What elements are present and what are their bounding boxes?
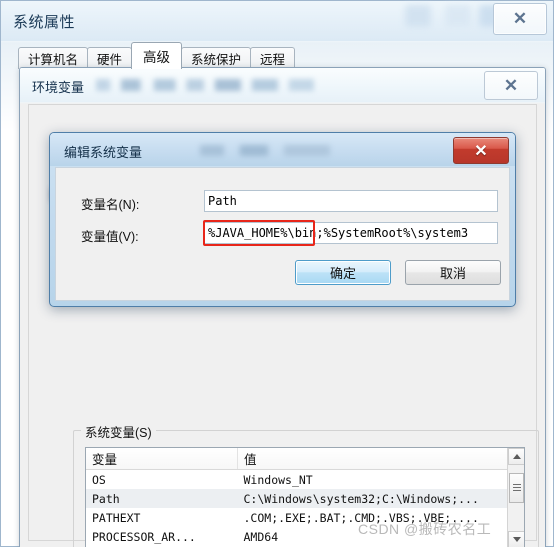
vertical-scrollbar[interactable] bbox=[507, 448, 524, 547]
cell-variable-value: .COM;.EXE;.BAT;.CMD;.VBS;.VBE;.... bbox=[243, 510, 479, 525]
scrollbar-thumb[interactable] bbox=[509, 473, 524, 503]
close-button[interactable]: ✕ bbox=[493, 3, 547, 35]
scroll-up-button[interactable] bbox=[508, 448, 524, 465]
tab-hardware[interactable]: 硬件 bbox=[87, 47, 133, 69]
edit-ok-button[interactable]: 确定 bbox=[295, 260, 391, 285]
close-icon: ✕ bbox=[512, 9, 528, 28]
system-variables-list[interactable]: 变量 值 OS Windows_NT Path C:\Windows\syste… bbox=[85, 447, 525, 547]
table-row[interactable]: Path C:\Windows\system32;C:\Windows;... bbox=[86, 489, 521, 508]
blurred-background-text bbox=[200, 145, 330, 156]
cell-variable-value: Windows_NT bbox=[243, 472, 313, 487]
tab-advanced[interactable]: 高级 bbox=[131, 42, 183, 69]
chevron-down-icon bbox=[512, 537, 521, 542]
edit-dialog-title: 编辑系统变量 bbox=[64, 145, 143, 160]
grip-icon bbox=[513, 484, 521, 493]
maximize-button-blurred[interactable] bbox=[445, 5, 471, 27]
column-header-variable[interactable]: 变量 bbox=[86, 448, 238, 470]
table-row[interactable]: PATHEXT .COM;.EXE;.BAT;.CMD;.VBS;.VBE;..… bbox=[86, 508, 521, 527]
variable-value-row: 变量值(V): %JAVA_HOME%\bin;%SystemRoot%\sys… bbox=[56, 222, 509, 246]
screenshot-root: 系统属性 ✕ 计算机名 硬件 高级 系统保护 远程 环境变量 ✕ 系统变量(S)… bbox=[0, 0, 554, 547]
cell-variable-name: OS bbox=[92, 472, 106, 487]
edit-dialog-body: 变量名(N): Path 变量值(V): %JAVA_HOME%\bin;%Sy… bbox=[55, 167, 510, 301]
table-row[interactable]: OS Windows_NT bbox=[86, 470, 521, 490]
close-icon: ✕ bbox=[503, 75, 519, 95]
tab-system-protection[interactable]: 系统保护 bbox=[181, 47, 252, 69]
tab-computer-name[interactable]: 计算机名 bbox=[18, 47, 89, 69]
environment-variables-title: 环境变量 bbox=[32, 80, 85, 95]
cell-variable-name: Path bbox=[86, 489, 238, 508]
edit-dialog-close-button[interactable]: ✕ bbox=[453, 137, 509, 164]
edit-dialog-footer: 确定 取消 bbox=[295, 260, 501, 285]
edit-cancel-button[interactable]: 取消 bbox=[405, 260, 501, 285]
variable-name-input[interactable]: Path bbox=[204, 190, 498, 212]
variable-name-row: 变量名(N): Path bbox=[56, 190, 509, 214]
cell-variable-name: PROCESSOR_AR... bbox=[92, 529, 196, 544]
system-variables-table: 变量 值 OS Windows_NT Path C:\Windows\syste… bbox=[86, 448, 521, 546]
cell-variable-value: C:\Windows\system32;C:\Windows;... bbox=[237, 489, 521, 508]
minimize-button-blurred[interactable] bbox=[405, 5, 431, 27]
system-variables-group: 系统变量(S) 变量 值 OS Windows_NT Path C:\Windo… bbox=[73, 422, 539, 547]
system-properties-titlebar: 系统属性 ✕ bbox=[1, 1, 553, 41]
variable-value-input[interactable]: %JAVA_HOME%\bin;%SystemRoot%\system3 bbox=[204, 222, 498, 244]
variable-value-label: 变量值(V): bbox=[81, 230, 139, 244]
page-title: 系统属性 bbox=[13, 14, 76, 31]
blurred-title-suffix bbox=[96, 79, 314, 91]
variable-name-label: 变量名(N): bbox=[81, 198, 140, 212]
cell-variable-name: PATHEXT bbox=[92, 510, 141, 525]
tab-strip: 计算机名 硬件 高级 系统保护 远程 bbox=[18, 42, 296, 69]
cell-variable-value: AMD64 bbox=[243, 529, 279, 544]
environment-variables-titlebar: 环境变量 ✕ bbox=[20, 68, 545, 102]
environment-variables-close-button[interactable]: ✕ bbox=[484, 71, 538, 100]
system-variables-group-label: 系统变量(S) bbox=[81, 422, 156, 441]
table-header-row: 变量 值 bbox=[86, 448, 521, 470]
tab-remote[interactable]: 远程 bbox=[250, 47, 296, 69]
close-icon: ✕ bbox=[474, 142, 488, 160]
table-row[interactable]: PROCESSOR_AR... AMD64 bbox=[86, 527, 521, 546]
column-header-value[interactable]: 值 bbox=[237, 448, 521, 470]
chevron-up-icon bbox=[512, 454, 521, 459]
edit-dialog-titlebar: 编辑系统变量 ✕ bbox=[50, 133, 515, 166]
scroll-down-button[interactable] bbox=[508, 531, 524, 547]
system-properties-window: 系统属性 ✕ 计算机名 硬件 高级 系统保护 远程 环境变量 ✕ 系统变量(S)… bbox=[0, 0, 554, 547]
edit-system-variable-dialog: 编辑系统变量 ✕ 变量名(N): Path 变量值(V): %JAVA_HOME… bbox=[49, 132, 516, 307]
